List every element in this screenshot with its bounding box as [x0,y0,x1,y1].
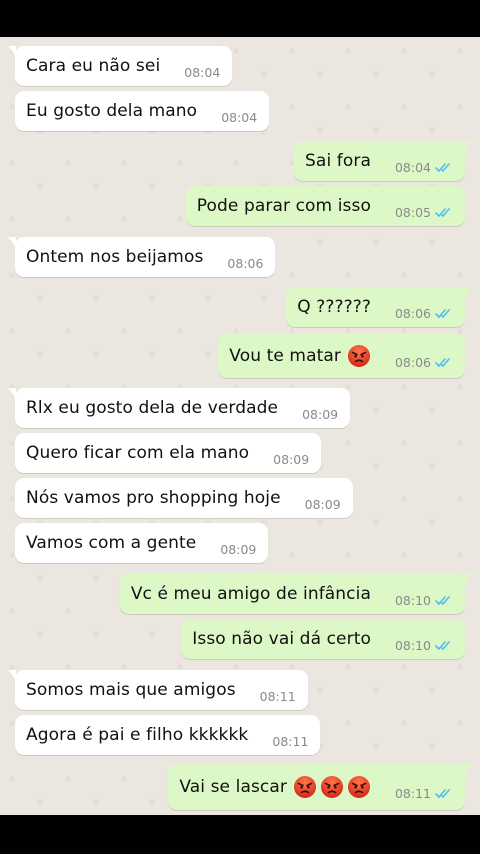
message-meta: 08:09 [220,542,256,557]
message-time: 08:11 [259,688,296,704]
incoming-message-bubble[interactable]: Cara eu não sei 08:04 [7,46,233,86]
message-time: 08:04 [184,64,221,80]
message-meta: 08:04 [395,160,453,175]
message-text: Vc é meu amigo de infância [130,584,371,604]
read-receipt-icon [435,308,450,318]
message-time: 08:09 [304,496,341,512]
message-text: Q ?????? [297,297,371,317]
message-meta: 08:10 [395,593,453,608]
incoming-message-bubble[interactable]: Nós vamos pro shopping hoje 08:09 [15,478,353,518]
angry-face-emoji-icon [320,776,343,798]
message-row: Q ?????? 08:06 [286,287,472,327]
message-text: Rlx eu gosto dela de verdade [26,398,279,418]
incoming-message-bubble[interactable]: Agora é pai e filho kkkkkk 08:11 [15,715,321,755]
message-text: Vai se lascar [179,777,287,797]
message-row: Eu gosto dela mano 08:04 [15,91,270,131]
message-text: Isso não vai dá certo [192,629,371,649]
message-text: Pode parar com isso [196,196,371,216]
message-time: 08:06 [394,305,431,321]
message-row: Cara eu não sei 08:04 [7,46,233,86]
message-row: Nós vamos pro shopping hoje 08:09 [15,478,353,518]
message-meta: 08:05 [395,205,453,220]
message-text: Vou te matar [229,346,341,366]
read-receipt-icon [435,207,450,217]
message-meta: 08:09 [302,407,338,422]
angry-face-emoji-icon [347,345,370,367]
message-row: Ontem nos beijamos 08:06 [7,237,276,277]
message-row: Vai se lascar 08:11 [168,764,472,810]
incoming-message-bubble[interactable]: Somos mais que amigos 08:11 [8,670,308,710]
message-row: Rlx eu gosto dela de verdade 08:09 [7,388,351,428]
message-meta: 08:06 [395,355,453,370]
message-meta: 08:06 [395,306,453,321]
message-meta: 08:11 [272,734,308,749]
read-receipt-icon [435,788,450,798]
message-row: Vamos com a gente 08:09 [15,523,269,563]
message-meta: 08:09 [305,497,341,512]
message-meta: 08:04 [184,65,220,80]
message-text: Vamos com a gente [26,533,197,553]
message-time: 08:10 [394,592,431,608]
message-time: 08:09 [302,406,339,422]
message-meta: 08:09 [273,452,309,467]
message-time: 08:09 [273,451,310,467]
incoming-message-bubble[interactable]: Eu gosto dela mano 08:04 [15,91,270,131]
read-receipt-icon [435,595,450,605]
message-row: Sai fora 08:04 [294,141,472,181]
message-meta: 08:10 [395,638,453,653]
read-receipt-icon [435,640,450,650]
message-time: 08:11 [272,733,309,749]
message-row: Isso não vai dá certo 08:10 [181,619,465,659]
message-row: Agora é pai e filho kkkkkk 08:11 [15,715,321,755]
message-text: Agora é pai e filho kkkkkk [26,725,249,745]
message-text: Nós vamos pro shopping hoje [26,488,281,508]
message-text: Ontem nos beijamos [26,247,204,267]
message-time: 08:06 [227,255,264,271]
outgoing-message-bubble[interactable]: Vou te matar 08:06 [218,334,465,378]
message-meta: 08:04 [221,110,257,125]
incoming-message-bubble[interactable]: Rlx eu gosto dela de verdade 08:09 [7,388,351,428]
outgoing-message-bubble[interactable]: Vai se lascar 08:11 [168,764,472,810]
message-time: 08:05 [394,204,431,220]
message-row: Pode parar com isso 08:05 [185,186,465,226]
message-time: 08:10 [394,637,431,653]
message-text: Cara eu não sei [26,56,161,76]
read-receipt-icon [435,162,450,172]
angry-face-emoji-icon [347,776,370,798]
message-time: 08:06 [394,354,431,370]
message-time: 08:11 [394,785,431,801]
message-row: Somos mais que amigos 08:11 [8,670,308,710]
message-row: Vou te matar 08:06 [218,334,465,378]
incoming-message-bubble[interactable]: Vamos com a gente 08:09 [15,523,269,563]
angry-face-emoji-icon [293,776,316,798]
message-row: Vc é meu amigo de infância 08:10 [119,574,473,614]
message-text: Somos mais que amigos [26,680,236,700]
outgoing-message-bubble[interactable]: Vc é meu amigo de infância 08:10 [119,574,473,614]
message-time: 08:04 [394,159,431,175]
message-text: Sai fora [305,151,371,171]
message-text: Eu gosto dela mano [26,101,198,121]
message-meta: 08:11 [395,786,453,801]
outgoing-message-bubble[interactable]: Isso não vai dá certo 08:10 [181,619,465,659]
outgoing-message-bubble[interactable]: Sai fora 08:04 [294,141,472,181]
message-meta: 08:11 [260,689,296,704]
read-receipt-icon [435,357,450,367]
message-time: 08:09 [220,541,257,557]
message-time: 08:04 [221,109,258,125]
message-text: Quero ficar com ela mano [26,443,250,463]
incoming-message-bubble[interactable]: Ontem nos beijamos 08:06 [7,237,276,277]
chat-area[interactable]: Cara eu não sei 08:04 Eu gosto dela mano… [0,37,480,815]
outgoing-message-bubble[interactable]: Q ?????? 08:06 [286,287,472,327]
incoming-message-bubble[interactable]: Quero ficar com ela mano 08:09 [15,433,322,473]
message-meta: 08:06 [227,256,263,271]
message-row: Quero ficar com ela mano 08:09 [15,433,322,473]
outgoing-message-bubble[interactable]: Pode parar com isso 08:05 [185,186,465,226]
screen: Cara eu não sei 08:04 Eu gosto dela mano… [0,0,480,854]
